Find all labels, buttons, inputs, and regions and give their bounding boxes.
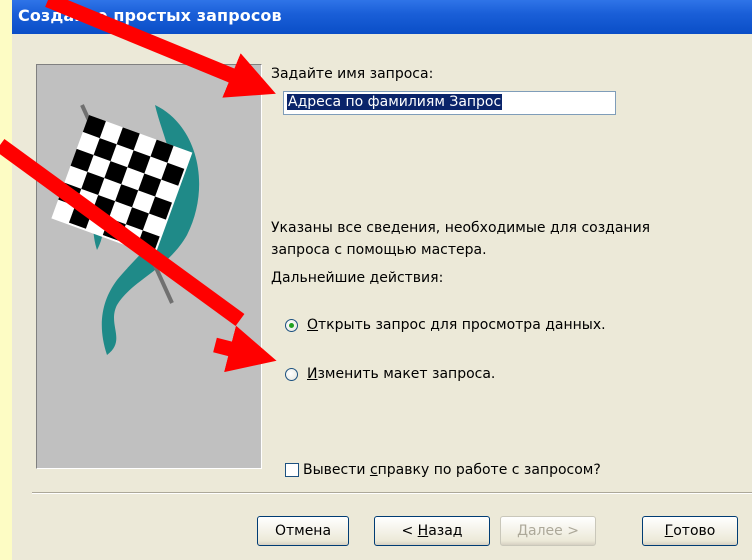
- arrow-to-name-input: [45, 0, 276, 98]
- arrow-tail: [0, 138, 245, 327]
- arrow-to-edit-option: [213, 325, 277, 373]
- annotation-arrows: [0, 0, 277, 373]
